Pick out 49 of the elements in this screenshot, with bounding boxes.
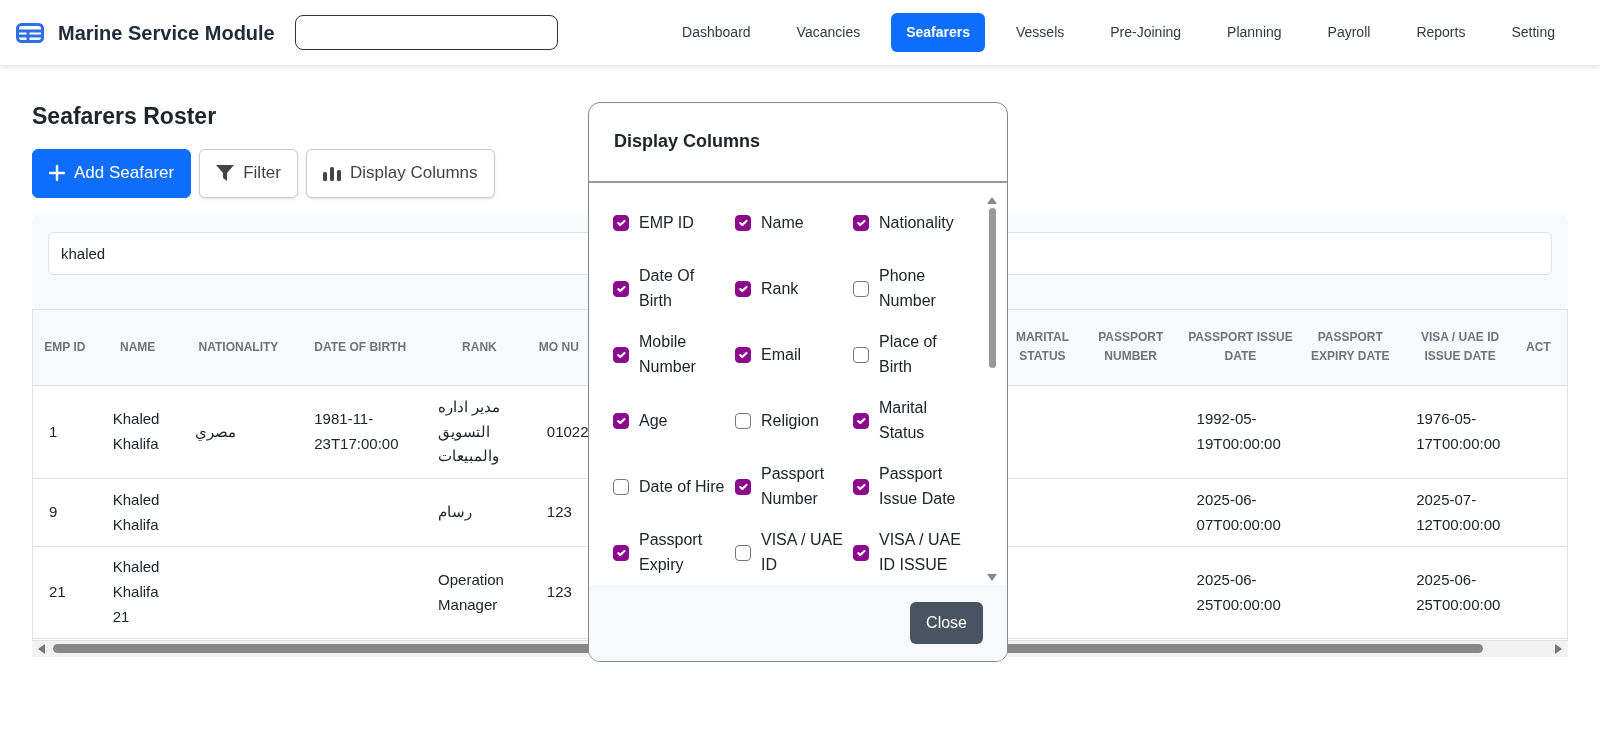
checkbox-label: Place of Birth	[879, 332, 938, 377]
checkbox-label: Phone Number	[879, 266, 937, 311]
table-cell: 1976-05-17T00:00:00	[1400, 385, 1520, 479]
checkbox-label: EMP ID	[639, 212, 694, 233]
table-cell: 2025-06-25T00:00:00	[1400, 546, 1520, 639]
modal-title: Display Columns	[614, 131, 761, 153]
checkbox-label: Passport Expiry	[639, 530, 704, 575]
table-cell: 2025-07-12T00:00:00	[1400, 478, 1520, 547]
column-header: PASSPORT NUMBER	[1080, 309, 1181, 386]
column-header: EMP ID	[33, 309, 97, 386]
table-cell: 9	[33, 478, 97, 547]
table-cell: 1992-05-19T00:00:00	[1180, 385, 1301, 479]
checkbox-label: Date of Hire	[639, 476, 725, 497]
table-cell: مصري	[178, 385, 299, 479]
table-cell: 21	[33, 546, 97, 639]
checkbox-label: Email	[761, 344, 801, 365]
table-cell: 2025-06-25T00:00:00	[1180, 546, 1301, 639]
checkbox-label: Religion	[761, 410, 819, 431]
table-cell: 2025-06-07T00:00:00	[1180, 478, 1301, 547]
column-header: NATIONALITY	[178, 309, 299, 386]
checkbox-label: Nationality	[879, 212, 954, 233]
table-cell: رسام	[422, 478, 537, 547]
checkbox-label: Name	[761, 212, 804, 233]
checkbox-label: VISA / UAE ID	[761, 530, 844, 575]
table-cell: 1981-11-23T17:00:00	[298, 385, 423, 479]
column-header: PASSPORT ISSUE DATE	[1180, 309, 1301, 386]
column-header: VISA / UAE ID ISSUE DATE	[1400, 309, 1520, 386]
table-cell: 1	[33, 385, 97, 479]
checkbox-label: Age	[639, 410, 668, 431]
column-header: MO NU	[536, 309, 589, 386]
app-title: Marine Service Module	[58, 20, 275, 46]
column-header: RANK	[422, 309, 537, 386]
column-header: PASSPORT EXPIRY DATE	[1300, 309, 1401, 386]
column-header: NAME	[96, 309, 179, 386]
checkbox-label: Date Of Birth	[639, 266, 696, 311]
checkbox-label: Mobile Number	[639, 332, 697, 377]
checkbox-label: Passport Issue Date	[879, 464, 957, 509]
table-cell: Khaled Khalifa 21	[96, 546, 179, 639]
page-title: Seafarers Roster	[32, 103, 218, 131]
checkbox-label: Passport Number	[761, 464, 826, 509]
table-cell: Khaled Khalifa	[96, 478, 179, 547]
checkbox-label: Rank	[761, 278, 799, 299]
checkbox-label: Marital Status	[879, 398, 928, 443]
table-cell: مدير اداره التسويق والمبيعات	[422, 385, 537, 479]
column-header: ACT	[1520, 309, 1567, 386]
table-cell: Operation Manager	[422, 546, 537, 639]
checkbox-label: VISA / UAE ID ISSUE	[879, 530, 962, 575]
column-header: DATE OF BIRTH	[298, 309, 423, 386]
table-cell: Khaled Khalifa	[96, 385, 179, 479]
